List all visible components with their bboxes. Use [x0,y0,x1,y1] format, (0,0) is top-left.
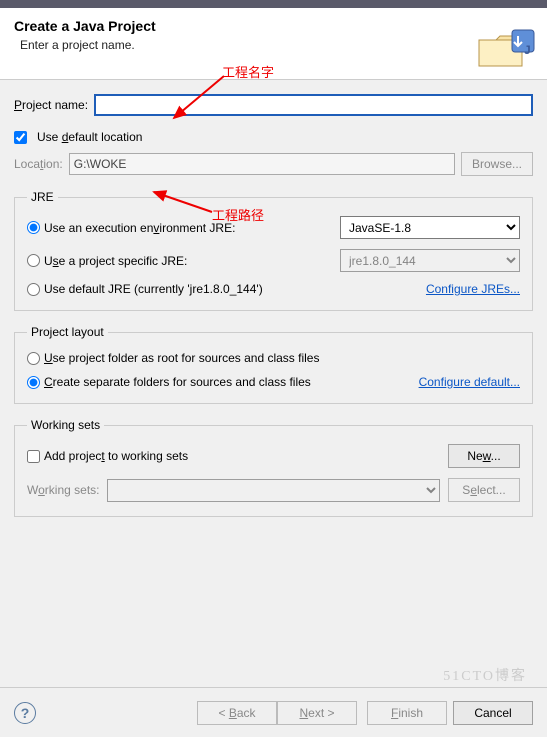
jre-fieldset: JRE Use an execution environment JRE: Ja… [14,190,533,311]
window-titlebar [0,0,547,8]
jre-project-specific-select: jre1.8.0_144 [340,249,520,272]
jre-default-label: Use default JRE (currently 'jre1.8.0_144… [44,282,263,296]
jre-default-radio[interactable] [27,283,40,296]
jre-exec-env-radio[interactable] [27,221,40,234]
select-working-set-button: Select... [448,478,520,502]
jre-legend: JRE [27,190,58,204]
use-default-location-checkbox[interactable] [14,131,27,144]
new-working-set-button[interactable]: New... [448,444,520,468]
layout-root-label: Use project folder as root for sources a… [44,351,319,365]
location-label: Location: [14,157,63,171]
layout-root-radio[interactable] [27,352,40,365]
browse-button: Browse... [461,152,533,176]
project-layout-legend: Project layout [27,325,108,339]
add-to-working-sets-label: Add project to working sets [44,449,188,463]
svg-text:J: J [524,43,531,57]
working-sets-label: Working sets: [27,483,99,497]
layout-separate-label: Create separate folders for sources and … [44,375,311,389]
jre-exec-env-select[interactable]: JavaSE-1.8 [340,216,520,239]
project-name-input[interactable] [94,94,533,116]
working-sets-legend: Working sets [27,418,104,432]
finish-button: Finish [367,701,447,725]
jre-exec-env-label: Use an execution environment JRE: [44,221,235,235]
working-sets-select [107,479,440,502]
cancel-button[interactable]: Cancel [453,701,533,725]
dialog-header: Create a Java Project Enter a project na… [0,8,547,80]
working-sets-fieldset: Working sets Add project to working sets… [14,418,533,517]
configure-jres-link[interactable]: Configure JREs... [426,282,520,296]
dialog-title: Create a Java Project [14,18,533,34]
dialog-footer: ? < Back Next > Finish Cancel [0,687,547,737]
configure-default-link[interactable]: Configure default... [419,375,520,389]
back-button: < Back [197,701,277,725]
layout-separate-radio[interactable] [27,376,40,389]
jre-project-specific-radio[interactable] [27,254,40,267]
help-icon[interactable]: ? [14,702,36,724]
folder-wizard-icon: J [474,22,539,74]
project-layout-fieldset: Project layout Use project folder as roo… [14,325,533,404]
next-button: Next > [277,701,357,725]
location-input [69,153,455,175]
use-default-location-label: Use default location [37,130,142,144]
watermark: 51CTO博客 [443,665,527,685]
project-name-label: Project name: [14,98,88,112]
add-to-working-sets-checkbox[interactable] [27,450,40,463]
dialog-subtitle: Enter a project name. [20,38,533,52]
jre-project-specific-label: Use a project specific JRE: [44,254,187,268]
